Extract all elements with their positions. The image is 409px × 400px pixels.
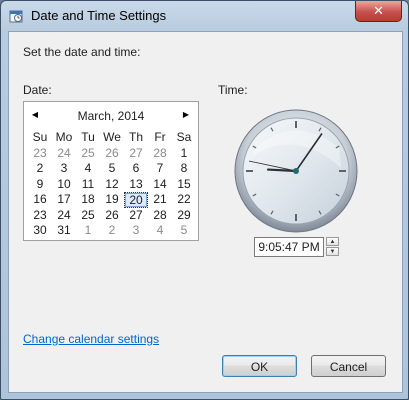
close-icon: ✕ bbox=[373, 3, 384, 18]
calendar-day-adjacent-month[interactable]: 3 bbox=[124, 223, 148, 239]
close-button[interactable]: ✕ bbox=[355, 1, 402, 22]
instruction-text: Set the date and time: bbox=[23, 45, 141, 59]
calendar-day-adjacent-month[interactable]: 4 bbox=[148, 223, 172, 239]
calendar-day-adjacent-month[interactable]: 23 bbox=[28, 146, 52, 162]
calendar-day[interactable]: 7 bbox=[148, 161, 172, 177]
calendar-day[interactable]: 12 bbox=[100, 177, 124, 193]
calendar-day[interactable]: 19 bbox=[100, 192, 124, 208]
calendar-day[interactable]: 18 bbox=[76, 192, 100, 208]
calendar-day[interactable]: 26 bbox=[100, 208, 124, 224]
weekday-header: Tu bbox=[81, 130, 95, 144]
calendar-day-adjacent-month[interactable]: 2 bbox=[100, 223, 124, 239]
calendar-day[interactable]: 5 bbox=[100, 161, 124, 177]
weekday-header: Sa bbox=[176, 130, 192, 144]
calendar-day[interactable]: 27 bbox=[124, 208, 148, 224]
calendar-day-adjacent-month[interactable]: 5 bbox=[172, 223, 196, 239]
calendar-day-adjacent-month[interactable]: 27 bbox=[124, 146, 148, 162]
calendar-day[interactable]: 10 bbox=[52, 177, 76, 193]
next-month-button[interactable]: ▶ bbox=[180, 109, 192, 121]
calendar-day-adjacent-month[interactable]: 24 bbox=[52, 146, 76, 162]
calendar-day[interactable]: 28 bbox=[148, 208, 172, 224]
calendar-day[interactable]: 25 bbox=[76, 208, 100, 224]
calendar-day[interactable]: 17 bbox=[52, 192, 76, 208]
calendar-day[interactable]: 30 bbox=[28, 223, 52, 239]
calendar-day-adjacent-month[interactable]: 28 bbox=[148, 146, 172, 162]
time-label: Time: bbox=[218, 83, 248, 97]
calendar-day[interactable]: 9 bbox=[28, 177, 52, 193]
title-bar[interactable]: Date and Time Settings ✕ bbox=[1, 1, 408, 31]
date-label: Date: bbox=[23, 83, 52, 97]
change-calendar-settings-link[interactable]: Change calendar settings bbox=[23, 332, 159, 346]
previous-month-button[interactable]: ◀ bbox=[29, 109, 41, 121]
clock-face bbox=[234, 109, 358, 233]
weekday-header: We bbox=[103, 130, 121, 144]
calendar-day[interactable]: 11 bbox=[76, 177, 100, 193]
ok-button[interactable]: OK bbox=[222, 355, 297, 377]
calendar-day[interactable]: 15 bbox=[172, 177, 196, 193]
calendar-day-adjacent-month[interactable]: 1 bbox=[76, 223, 100, 239]
calendar-day[interactable]: 1 bbox=[172, 146, 196, 162]
calendar-day[interactable]: 13 bbox=[124, 177, 148, 193]
dialog-content: Set the date and time: Date: Time: ◀ Mar… bbox=[8, 31, 403, 393]
calendar-day[interactable]: 29 bbox=[172, 208, 196, 224]
time-spinner: ▲ ▼ bbox=[326, 237, 339, 257]
dialog-window: Date and Time Settings ✕ Set the date an… bbox=[0, 0, 409, 400]
calendar-day[interactable]: 3 bbox=[52, 161, 76, 177]
time-input[interactable]: 9:05:47 PM bbox=[254, 237, 324, 257]
calendar-day[interactable]: 14 bbox=[148, 177, 172, 193]
window-title: Date and Time Settings bbox=[31, 8, 167, 23]
calendar-day[interactable]: 24 bbox=[52, 208, 76, 224]
calendar-day[interactable]: 8 bbox=[172, 161, 196, 177]
calendar-grid: Su Mo Tu We Th Fr Sa 23 24 25 26 27 28 1 2 3 4 5 6 7 8 9 10 11 1… bbox=[28, 130, 196, 239]
analog-clock bbox=[233, 108, 359, 234]
weekday-header: Mo bbox=[55, 130, 73, 144]
calendar-month-title[interactable]: March, 2014 bbox=[54, 109, 168, 123]
calendar-day[interactable]: 6 bbox=[124, 161, 148, 177]
calendar-day[interactable]: 4 bbox=[76, 161, 100, 177]
calendar-day[interactable]: 22 bbox=[172, 192, 196, 208]
calendar-day-adjacent-month[interactable]: 26 bbox=[100, 146, 124, 162]
time-decrease-button[interactable]: ▼ bbox=[326, 247, 339, 256]
calendar-day-adjacent-month[interactable]: 25 bbox=[76, 146, 100, 162]
weekday-header: Fr bbox=[154, 130, 166, 144]
calendar-header: ◀ March, 2014 ▶ bbox=[24, 108, 198, 124]
calendar-day[interactable]: 2 bbox=[28, 161, 52, 177]
weekday-header: Th bbox=[128, 130, 143, 144]
calendar-day[interactable]: 21 bbox=[148, 192, 172, 208]
date-time-settings-icon bbox=[9, 10, 23, 23]
calendar-day[interactable]: 31 bbox=[52, 223, 76, 239]
weekday-header: Su bbox=[32, 130, 48, 144]
cancel-button[interactable]: Cancel bbox=[311, 355, 386, 377]
calendar-day[interactable]: 23 bbox=[28, 208, 52, 224]
calendar-day[interactable]: 16 bbox=[28, 192, 52, 208]
calendar-day[interactable]: 20 bbox=[124, 192, 148, 208]
calendar: ◀ March, 2014 ▶ Su Mo Tu We Th Fr Sa 23 24 25 26 27… bbox=[23, 101, 199, 241]
time-increase-button[interactable]: ▲ bbox=[326, 237, 339, 246]
